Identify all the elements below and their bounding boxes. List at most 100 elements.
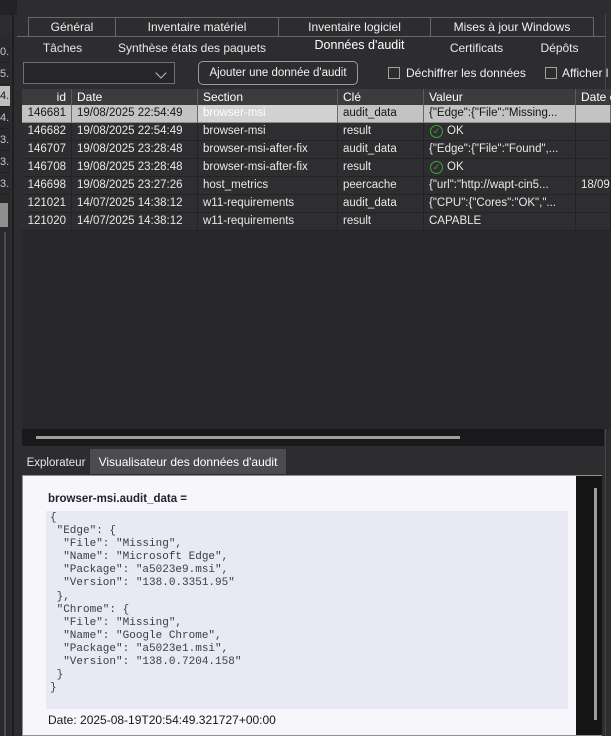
tab-certificats[interactable]: Certificats	[432, 38, 521, 58]
tab-donnees-audit[interactable]: Données d'audit	[287, 35, 432, 55]
cell-section[interactable]: browser-msi-after-fix	[198, 141, 338, 159]
cell-section[interactable]: w11-requirements	[198, 213, 338, 231]
cell-section[interactable]: w11-requirements	[198, 195, 338, 213]
cell-cle[interactable]: peercache	[338, 177, 424, 195]
cell-id[interactable]: 146708	[22, 159, 72, 177]
cell-section[interactable]: browser-msi-after-fix	[198, 159, 338, 177]
cell-section-focused[interactable]: browser-msi	[198, 105, 338, 123]
cell-date[interactable]: 19/08/2025 23:28:48	[72, 159, 198, 177]
column-header-section[interactable]: Section	[198, 89, 338, 105]
cell-cle[interactable]: result	[338, 123, 424, 141]
decrypt-data-checkbox[interactable]	[388, 67, 400, 79]
cell-section[interactable]: browser-msi	[198, 123, 338, 141]
cell-id[interactable]: 121021	[22, 195, 72, 213]
cell-date2[interactable]	[576, 141, 611, 159]
column-header-date[interactable]: Date	[72, 89, 198, 105]
tab-depots[interactable]: Dépôts	[521, 38, 598, 58]
viewer-title: browser-msi.audit_data =	[48, 493, 187, 505]
cell-valeur-text: OK	[447, 159, 464, 176]
cell-date2[interactable]	[576, 105, 611, 123]
left-scrollbar-thumb[interactable]	[0, 203, 8, 227]
left-scrollbar-track[interactable]	[4, 232, 6, 736]
horizontal-scrollbar-thumb[interactable]	[36, 436, 460, 439]
cell-valeur-text: {"url":"http://wapt-cin5...	[429, 177, 549, 194]
wapt-console-window: 0.. 5.. 4.. 4.. 3.. 3.. 3.. Général Inve…	[0, 0, 611, 736]
audit-data-viewer-panel: browser-msi.audit_data = { "Edge": { "Fi…	[22, 475, 602, 736]
cell-date[interactable]: 14/07/2025 14:38:12	[72, 213, 198, 231]
tab-inventaire-materiel[interactable]: Inventaire matériel	[115, 17, 279, 36]
horizontal-scrollbar-track[interactable]	[22, 429, 604, 446]
audit-filter-combobox[interactable]	[23, 62, 175, 84]
table-row[interactable]: 146698 19/08/2025 23:27:26 host_metrics …	[22, 177, 611, 195]
add-audit-data-button[interactable]: Ajouter une donnée d'audit	[198, 61, 358, 85]
cell-date[interactable]: 19/08/2025 22:54:49	[72, 105, 198, 123]
column-header-date2[interactable]: Date c	[576, 89, 611, 105]
display-label[interactable]: Afficher l	[562, 66, 608, 80]
list-item[interactable]: 3..	[0, 130, 10, 151]
list-item[interactable]: 3..	[0, 174, 10, 195]
column-header-valeur[interactable]: Valeur	[424, 89, 576, 105]
cell-date[interactable]: 19/08/2025 23:28:48	[72, 141, 198, 159]
column-header-cle[interactable]: Clé	[338, 89, 424, 105]
table-row[interactable]: 146707 19/08/2025 23:28:48 browser-msi-a…	[22, 141, 611, 159]
cell-valeur-text: CAPABLE	[429, 213, 481, 230]
audit-json-content: { "Edge": { "File": "Missing", "Name": "…	[46, 511, 568, 709]
left-hosts-strip: 0.. 5.. 4.. 4.. 3.. 3.. 3..	[0, 36, 10, 736]
table-header: id Date Section Clé Valeur Date c	[22, 89, 611, 105]
cell-date[interactable]: 19/08/2025 22:54:49	[72, 123, 198, 141]
cell-valeur[interactable]: ✓OK	[424, 159, 576, 177]
cell-id[interactable]: 146707	[22, 141, 72, 159]
table-row[interactable]: 146708 19/08/2025 23:28:48 browser-msi-a…	[22, 159, 611, 177]
tab-visualisateur-donnees-audit[interactable]: Visualisateur des données d'audit	[90, 449, 286, 474]
cell-cle[interactable]: result	[338, 159, 424, 177]
cell-date[interactable]: 19/08/2025 23:27:26	[72, 177, 198, 195]
tab-bar-second: Tâches Synthèse états des paquets Donnée…	[28, 38, 598, 58]
list-item[interactable]: 3..	[0, 152, 10, 173]
tab-bar-top: Général Inventaire matériel Inventaire l…	[28, 17, 594, 36]
audit-data-table: 146681 19/08/2025 22:54:49 browser-msi a…	[22, 105, 611, 429]
tab-inventaire-logiciel[interactable]: Inventaire logiciel	[278, 17, 431, 36]
cell-valeur[interactable]: CAPABLE	[424, 213, 576, 231]
cell-valeur[interactable]: {"Edge":{"File":"Found",...	[424, 141, 576, 159]
tab-taches[interactable]: Tâches	[28, 38, 97, 58]
cell-date2[interactable]	[576, 195, 611, 213]
cell-valeur[interactable]: ✓OK	[424, 123, 576, 141]
column-header-id[interactable]: id	[22, 89, 72, 105]
table-row[interactable]: 121021 14/07/2025 14:38:12 w11-requireme…	[22, 195, 611, 213]
corner-filler	[0, 0, 17, 15]
cell-date[interactable]: 14/07/2025 14:38:12	[72, 195, 198, 213]
cell-cle[interactable]: audit_data	[338, 141, 424, 159]
table-row-selected[interactable]: 146681 19/08/2025 22:54:49 browser-msi a…	[22, 105, 611, 123]
list-item-selected[interactable]: 4..	[0, 86, 10, 107]
cell-section[interactable]: host_metrics	[198, 177, 338, 195]
cell-date2[interactable]	[576, 159, 611, 177]
tab-mises-a-jour-windows[interactable]: Mises à jour Windows	[430, 17, 594, 36]
cell-valeur[interactable]: {"url":"http://wapt-cin5...	[424, 177, 576, 195]
display-checkbox[interactable]	[545, 67, 557, 79]
cell-id[interactable]: 121020	[22, 213, 72, 231]
chevron-down-icon	[155, 67, 166, 78]
cell-date2[interactable]	[576, 123, 611, 141]
cell-cle[interactable]: audit_data	[338, 195, 424, 213]
vertical-scrollbar-track[interactable]	[576, 476, 602, 735]
cell-valeur[interactable]: {"CPU":{"Cores":"OK","...	[424, 195, 576, 213]
list-item[interactable]: 4..	[0, 108, 10, 129]
cell-date2[interactable]: 18/09	[576, 177, 611, 195]
cell-valeur[interactable]: {"Edge":{"File":"Missing...	[424, 105, 576, 123]
tab-synthese-paquets[interactable]: Synthèse états des paquets	[97, 38, 287, 58]
cell-id[interactable]: 146698	[22, 177, 72, 195]
cell-cle[interactable]: audit_data	[338, 105, 424, 123]
tab-general[interactable]: Général	[28, 17, 116, 36]
vertical-scrollbar-thumb[interactable]	[594, 488, 597, 720]
list-item[interactable]: 5..	[0, 64, 10, 85]
cell-cle[interactable]: result	[338, 213, 424, 231]
cell-id[interactable]: 146681	[22, 105, 72, 123]
tab-explorateur[interactable]: Explorateur	[22, 452, 90, 474]
cell-date2[interactable]	[576, 213, 611, 231]
list-item[interactable]: 0..	[0, 42, 10, 63]
table-row[interactable]: 146682 19/08/2025 22:54:49 browser-msi r…	[22, 123, 611, 141]
decrypt-data-label[interactable]: Déchiffrer les données	[406, 66, 526, 80]
table-row[interactable]: 121020 14/07/2025 14:38:12 w11-requireme…	[22, 213, 611, 231]
cell-id[interactable]: 146682	[22, 123, 72, 141]
panel-splitter[interactable]	[12, 14, 14, 736]
